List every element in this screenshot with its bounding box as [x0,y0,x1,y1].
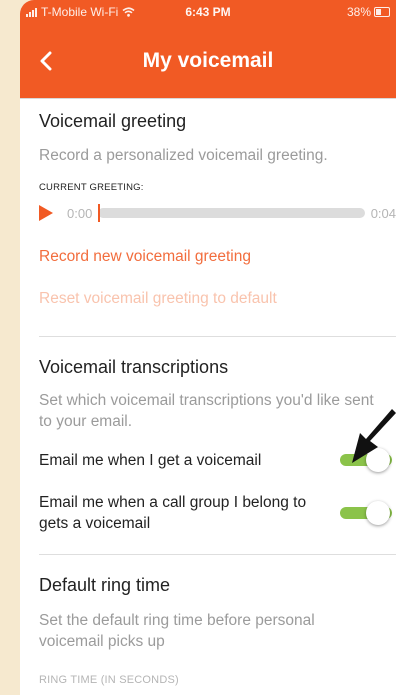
phone-screen: T-Mobile Wi-Fi 6:43 PM 38% My voicemail … [20,0,396,695]
arrow-pointer-icon [352,409,396,463]
ring-time-description: Set the default ring time before persona… [39,612,315,650]
scrubber-handle[interactable] [98,204,101,222]
record-greeting-link[interactable]: Record new voicemail greeting [39,248,396,266]
transcriptions-section: Voicemail transcriptions Set which voice… [39,357,396,555]
player-end-time: 0:04 [370,205,396,221]
settings-content: Voicemail greeting Record a personalized… [20,111,396,694]
reset-greeting-link[interactable]: Reset voicemail greeting to default [39,290,396,308]
transcriptions-heading: Voicemail transcriptions [39,357,229,377]
back-button[interactable] [28,43,64,79]
ring-time-field-label: RING TIME (IN SECONDS) [39,674,179,686]
current-greeting-label: CURRENT GREETING: [39,182,144,193]
wifi-icon [122,6,135,17]
ring-time-section: Default ring time Set the default ring t… [39,575,396,694]
audio-scrubber[interactable] [98,204,365,222]
play-icon[interactable] [39,205,53,221]
chevron-left-icon [40,51,52,70]
status-bar: T-Mobile Wi-Fi 6:43 PM 38% [20,0,396,23]
email-voicemail-row: Email me when I get a voicemail [39,448,396,472]
battery-icon [374,6,390,17]
battery-percent: 38% [346,4,371,19]
signal-icon [26,7,37,17]
nav-bar: My voicemail [20,23,396,99]
email-group-voicemail-toggle[interactable] [340,501,392,525]
audio-player: 0:00 0:04 [39,204,396,222]
page-title: My voicemail [142,48,274,72]
email-group-voicemail-row: Email me when a call group I belong to g… [39,492,396,534]
transcriptions-description: Set which voicemail transcriptions you'd… [39,392,374,430]
greeting-section: Voicemail greeting Record a personalized… [39,111,396,337]
greeting-description: Record a personalized voicemail greeting… [39,147,328,164]
email-group-voicemail-label: Email me when a call group I belong to g… [39,494,307,532]
email-voicemail-label: Email me when I get a voicemail [39,451,262,469]
carrier-label: T-Mobile Wi-Fi [41,4,119,19]
player-start-time: 0:00 [67,205,93,221]
greeting-heading: Voicemail greeting [39,111,187,131]
ring-time-heading: Default ring time [39,575,171,595]
